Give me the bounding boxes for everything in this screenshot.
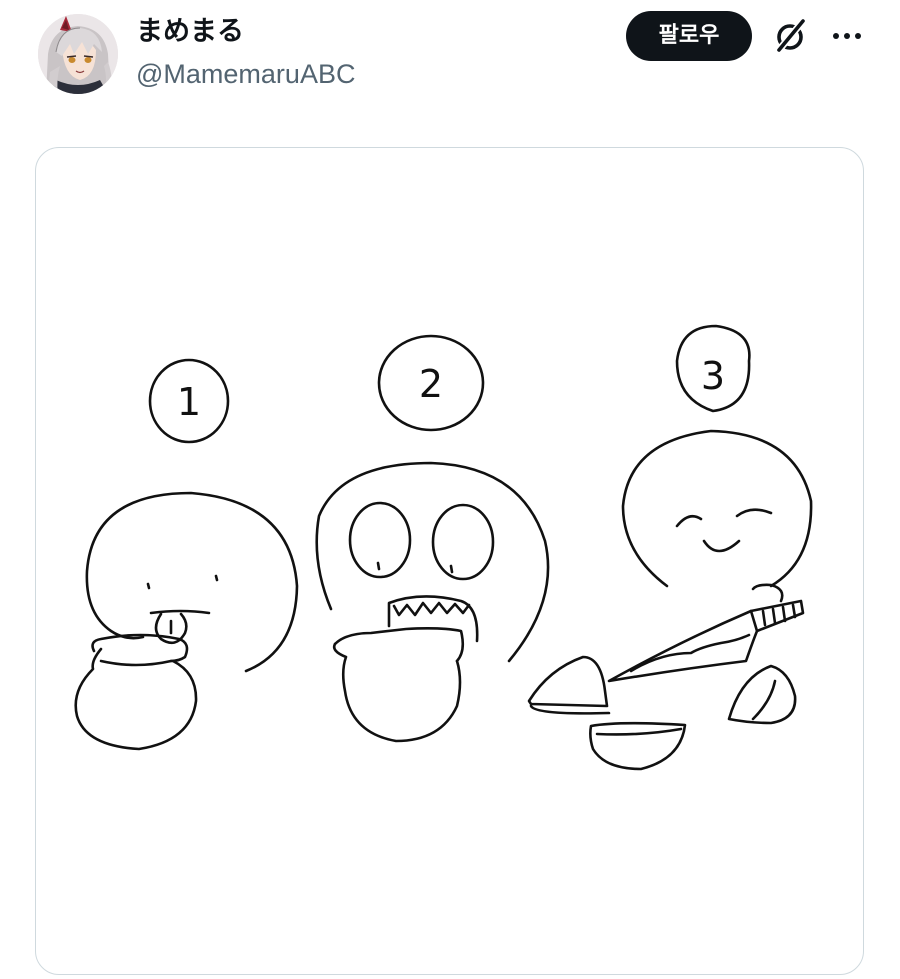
step-1-label: 1	[177, 380, 201, 424]
anime-character-avatar-icon	[38, 14, 118, 94]
more-options-icon[interactable]	[826, 16, 870, 56]
author-display-name[interactable]: まめまる	[136, 14, 244, 50]
tweet-media-image[interactable]: 1 2 3	[35, 147, 864, 975]
step-3-drawing: 3	[527, 324, 813, 771]
step-2-drawing: 2	[315, 334, 550, 743]
grok-icon[interactable]	[770, 16, 810, 56]
follow-button[interactable]: 팔로우	[626, 11, 752, 61]
author-handle[interactable]: @MamemaruABC	[136, 56, 355, 92]
step-2-label: 2	[419, 362, 443, 406]
step-1-drawing: 1	[74, 358, 299, 751]
step-3-label: 3	[701, 354, 725, 398]
doodle-illustration: 1 2 3	[74, 324, 813, 771]
avatar[interactable]	[38, 14, 118, 94]
